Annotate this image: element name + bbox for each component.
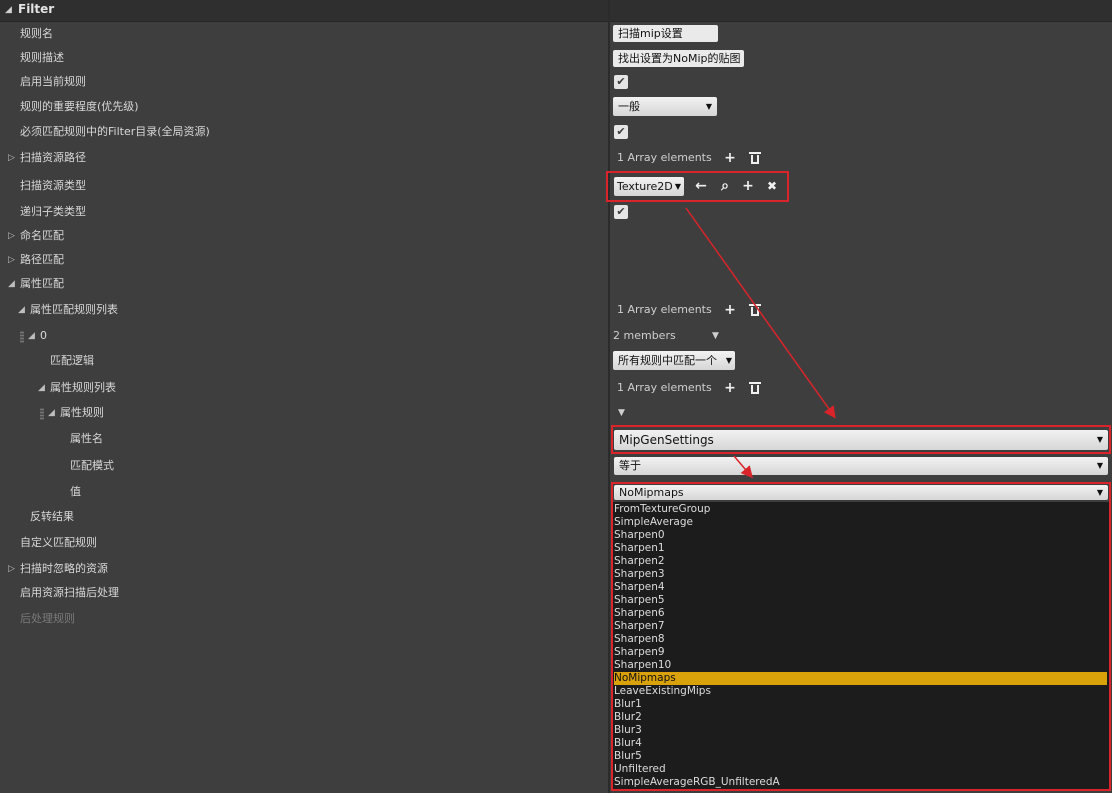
annotation-arrows <box>685 207 836 479</box>
arrow-to-dropdown <box>733 455 753 479</box>
arrow-to-property-name <box>685 207 836 419</box>
